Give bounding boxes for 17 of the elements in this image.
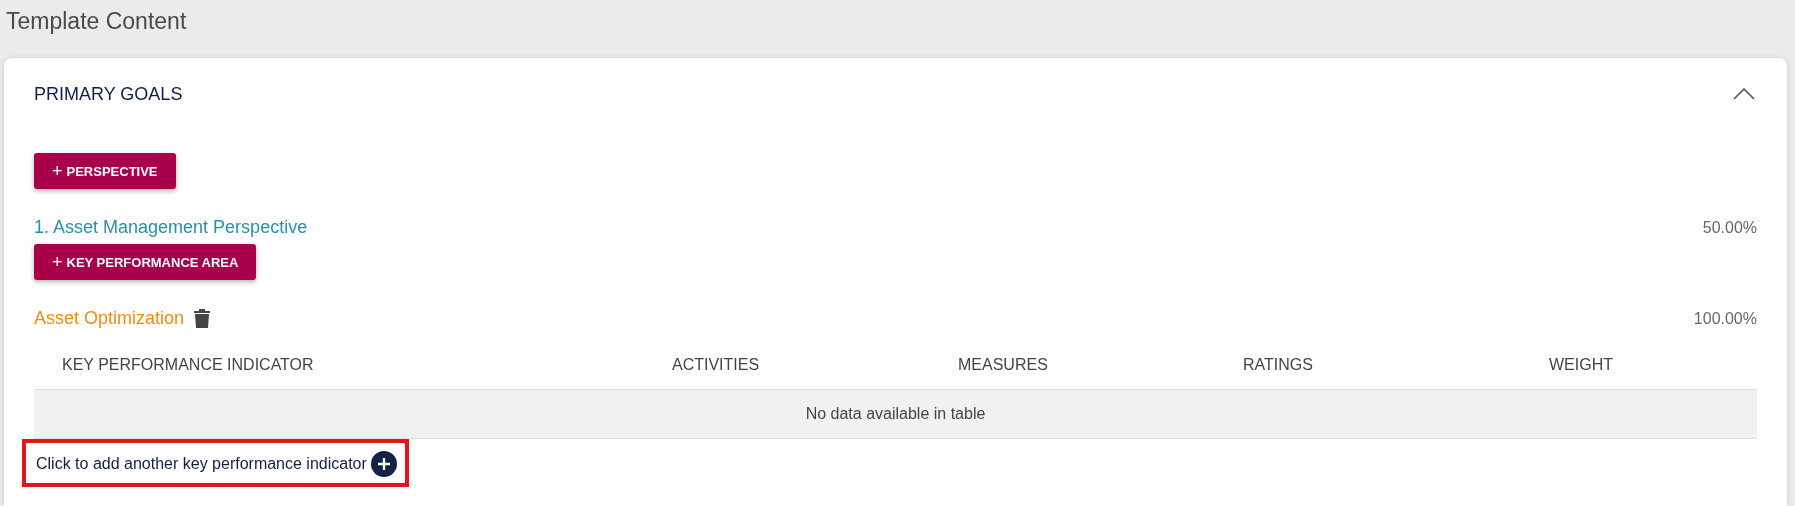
area-weight: 100.00%	[1693, 309, 1757, 328]
perspective-title[interactable]: 1. Asset Management Perspective	[34, 217, 308, 238]
perspective-weight: 50.00%	[1702, 218, 1757, 237]
add-kpa-button[interactable]: + KEY PERFORMANCE AREA	[34, 244, 257, 280]
column-header: MEASURES	[958, 356, 1049, 374]
section-title: PRIMARY GOALS	[34, 83, 183, 105]
column-header: WEIGHT	[1549, 356, 1614, 374]
chevron-up-icon[interactable]	[1733, 88, 1755, 100]
add-perspective-button[interactable]: + PERSPECTIVE	[34, 153, 176, 189]
column-header: ACTIVITIES	[672, 356, 761, 374]
page-title: Template Content	[5, 7, 188, 36]
column-header: KEY PERFORMANCE INDICATOR	[62, 356, 315, 374]
column-header: RATINGS	[1243, 356, 1314, 374]
plus-circle-icon[interactable]	[370, 451, 397, 477]
empty-message: No data available in table	[805, 405, 986, 423]
add-kpi-link[interactable]: Click to add another key performance indicator	[36, 455, 367, 473]
trash-icon[interactable]	[194, 309, 211, 328]
